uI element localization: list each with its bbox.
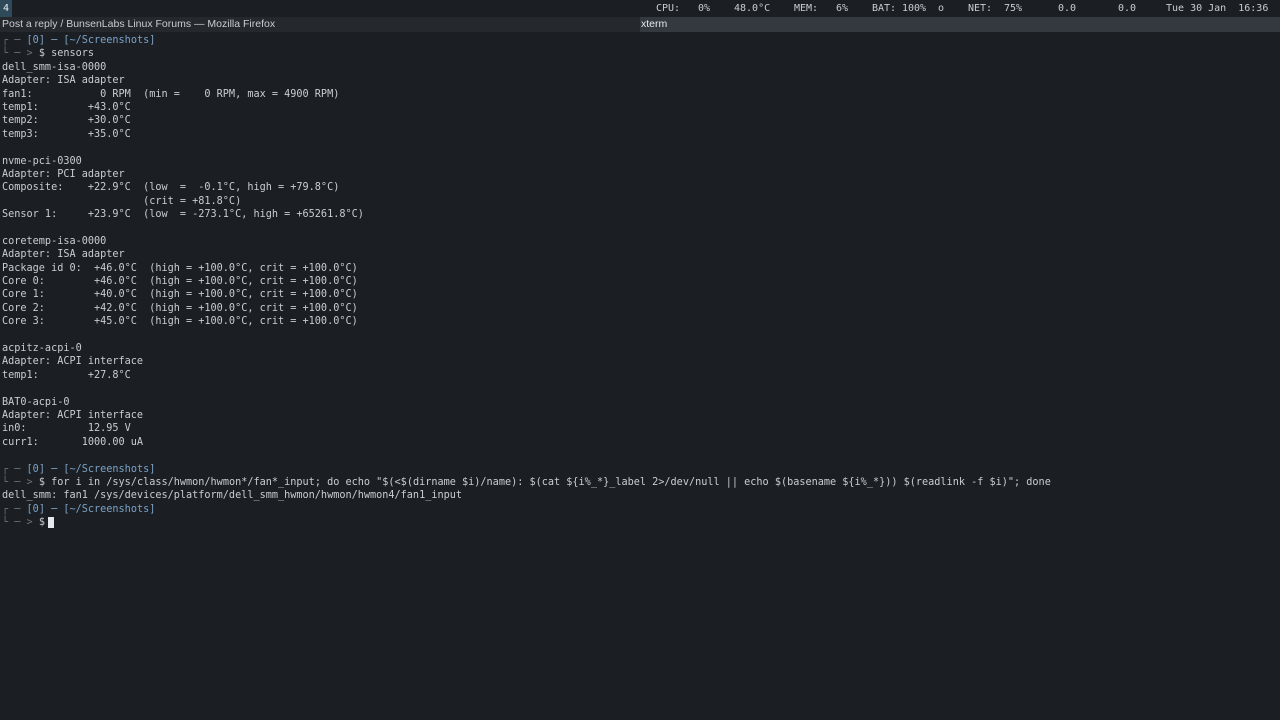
prompt-command-line: └ ─ > $ bbox=[0, 516, 1280, 529]
battery-label: BAT: bbox=[872, 3, 897, 14]
output-line: dell_smm: fan1 /sys/devices/platform/del… bbox=[2, 490, 463, 502]
output-line: fan1: 0 RPM (min = 0 RPM, max = 4900 RPM… bbox=[2, 88, 340, 100]
prompt-header: ┌ ─ [0] ─ [~/Screenshots] bbox=[0, 463, 1280, 476]
prompt-path: [0] ─ [~/Screenshots] bbox=[26, 463, 156, 475]
prompt-path: [0] ─ [~/Screenshots] bbox=[26, 503, 156, 515]
output-line: Core 3: +45.0°C (high = +100.0°C, crit =… bbox=[2, 316, 358, 328]
workspace-indicator[interactable]: 4 bbox=[0, 0, 12, 17]
window-tab-xterm[interactable]: xterm bbox=[640, 17, 1280, 32]
output-line: temp1: +27.8°C bbox=[2, 369, 131, 381]
net-value: 75% bbox=[1004, 3, 1023, 14]
prompt-bottom-glyph: └ ─ > bbox=[2, 517, 33, 529]
window-title-bar: Post a reply / BunsenLabs Linux Forums —… bbox=[0, 17, 1280, 32]
terminal-area[interactable]: ┌ ─ [0] ─ [~/Screenshots] └ ─ > $ sensor… bbox=[0, 34, 1280, 720]
output-line: temp1: +43.0°C bbox=[2, 101, 131, 113]
prompt-top-glyph: ┌ ─ bbox=[2, 35, 21, 46]
output-line: Adapter: ACPI interface bbox=[2, 356, 144, 368]
output-line: temp3: +35.0°C bbox=[2, 128, 131, 140]
window-tab-firefox[interactable]: Post a reply / BunsenLabs Linux Forums —… bbox=[0, 17, 640, 32]
output-line: Package id 0: +46.0°C (high = +100.0°C, … bbox=[2, 262, 358, 274]
output-line: Core 1: +40.0°C (high = +100.0°C, crit =… bbox=[2, 289, 358, 301]
command-text: $ sensors bbox=[38, 48, 95, 60]
battery-value: 100% bbox=[902, 3, 927, 14]
battery-status: o bbox=[938, 3, 945, 14]
mem-label: MEM: bbox=[794, 3, 819, 14]
output-line: curr1: 1000.00 uA bbox=[2, 436, 144, 448]
output-line: in0: 12.95 V bbox=[2, 423, 131, 435]
output-line: Adapter: PCI adapter bbox=[2, 168, 125, 180]
cpu-value: 0% bbox=[698, 3, 711, 14]
prompt-command-line: └ ─ > $ sensors bbox=[0, 47, 1280, 60]
command-text: $ for i in /sys/class/hwmon/hwmon*/fan*_… bbox=[38, 476, 1051, 488]
output-line: Sensor 1: +23.9°C (low = -273.1°C, high … bbox=[2, 209, 364, 221]
prompt-top-glyph: ┌ ─ bbox=[2, 503, 21, 515]
prompt-bottom-glyph: └ ─ > bbox=[2, 476, 33, 488]
mem-value: 6% bbox=[836, 3, 849, 14]
output-line: dell_smm-isa-0000 bbox=[2, 61, 107, 73]
status-bar: 4 CPU: 0% 48.0°C MEM: 6% BAT: 100% o NET… bbox=[0, 0, 1280, 17]
output-line: Core 2: +42.0°C (high = +100.0°C, crit =… bbox=[2, 302, 358, 314]
text-cursor bbox=[47, 516, 54, 528]
output-line: temp2: +30.0°C bbox=[2, 115, 131, 127]
prompt-command-line: └ ─ > $ for i in /sys/class/hwmon/hwmon*… bbox=[0, 476, 1280, 489]
cpu-label: CPU: bbox=[656, 3, 681, 14]
output-line: Composite: +22.9°C (low = -0.1°C, high =… bbox=[2, 182, 340, 194]
prompt-bottom-glyph: └ ─ > bbox=[2, 48, 33, 60]
sensors-output: dell_smm-isa-0000 Adapter: ISA adapter fan… bbox=[0, 61, 1280, 463]
net-up-value: 0.0 bbox=[1118, 3, 1137, 14]
output-line: Adapter: ISA adapter bbox=[2, 249, 125, 261]
net-down-value: 0.0 bbox=[1058, 3, 1077, 14]
output-line: Adapter: ISA adapter bbox=[2, 75, 125, 87]
net-label: NET: bbox=[968, 3, 993, 14]
output-line: (crit = +81.8°C) bbox=[2, 195, 242, 207]
output-line: Adapter: ACPI interface bbox=[2, 409, 144, 421]
output-line: BAT0-acpi-0 bbox=[2, 396, 70, 408]
output-line: nvme-pci-0300 bbox=[2, 155, 82, 167]
prompt-top-glyph: ┌ ─ bbox=[2, 463, 21, 475]
cpu-temp-value: 48.0°C bbox=[734, 3, 771, 14]
prompt-path: [0] ─ [~/Screenshots] bbox=[26, 35, 156, 46]
output-line: coretemp-isa-0000 bbox=[2, 235, 107, 247]
prompt-header: ┌ ─ [0] ─ [~/Screenshots] bbox=[0, 503, 1280, 516]
prompt-header: ┌ ─ [0] ─ [~/Screenshots] bbox=[0, 34, 1280, 47]
clock: Tue 30 Jan 16:36 bbox=[1166, 3, 1269, 14]
command-text: $ bbox=[38, 517, 45, 529]
output-line: acpitz-acpi-0 bbox=[2, 342, 82, 354]
output-line: Core 0: +46.0°C (high = +100.0°C, crit =… bbox=[2, 276, 358, 288]
